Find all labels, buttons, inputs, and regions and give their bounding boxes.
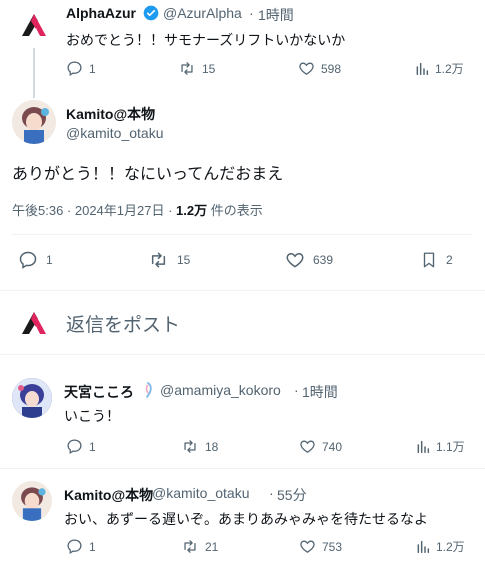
repost-button[interactable]: 15 [178, 60, 215, 77]
avatar[interactable] [12, 481, 52, 521]
repost-count: 18 [205, 439, 219, 454]
divider [0, 354, 485, 355]
author-name[interactable]: 天宮こころ [64, 382, 134, 402]
alpha-azur-logo-icon [22, 14, 46, 36]
repost-count: 15 [202, 61, 216, 76]
views-button[interactable]: 1.1万 [415, 438, 465, 455]
bookmark-button[interactable]: 2 [420, 250, 453, 270]
bookmark-count: 2 [446, 253, 453, 267]
like-button[interactable]: 598 [298, 60, 341, 77]
reply-icon [66, 60, 83, 77]
like-count: 753 [322, 539, 343, 554]
avatar[interactable] [14, 4, 54, 44]
view-count: 1.2万 [435, 62, 464, 76]
views-button[interactable]: 1.2万 [415, 538, 465, 555]
avatar-image [12, 378, 52, 418]
reply-count: 1 [89, 61, 96, 76]
author-handle[interactable]: @kamito_otaku [152, 485, 249, 501]
post-time[interactable]: 55分 [277, 485, 307, 505]
separator-dot: · [249, 5, 254, 21]
like-count: 598 [321, 61, 342, 76]
divider [0, 290, 485, 291]
view-count: 1.2万 [176, 203, 208, 218]
author-name[interactable]: Kamito@本物 [64, 485, 153, 505]
like-button[interactable]: 753 [299, 538, 342, 555]
repost-icon [148, 250, 169, 270]
view-count: 1.2万 [436, 540, 465, 554]
repost-button[interactable]: 15 [148, 250, 190, 270]
tweet-text: ありがとう！！なにいってんだおまえ [12, 166, 284, 183]
views-label: 件の表示 [207, 203, 263, 218]
heart-icon [298, 60, 315, 77]
repost-icon [181, 438, 199, 455]
analytics-icon [415, 539, 431, 555]
bookmark-icon [420, 250, 438, 270]
author-handle[interactable]: @kamito_otaku [66, 125, 163, 141]
author-handle[interactable]: @amamiya_kokoro [160, 382, 281, 398]
repost-button[interactable]: 18 [181, 438, 218, 455]
feather-icon [142, 382, 154, 398]
tweet-text: いこう！ [64, 408, 120, 424]
tweet-text: おい、あずーる遅いぞ。あまりあみゃみゃを待たせるなよ [64, 511, 428, 527]
repost-icon [178, 60, 196, 77]
post-meta: 午後5:36 · 2024年1月27日 · 1.2万 件の表示 [12, 200, 263, 219]
avatar-image [12, 481, 52, 521]
avatar [14, 302, 54, 342]
avatar[interactable] [12, 378, 52, 418]
repost-icon [181, 538, 199, 555]
tweet-text: おめでとう！！サモナーズリフトいかないか [66, 32, 346, 48]
repost-button[interactable]: 21 [181, 538, 218, 555]
post-time[interactable]: 1時間 [302, 382, 338, 402]
view-count: 1.1万 [436, 440, 465, 454]
avatar[interactable] [12, 100, 56, 144]
reply-button[interactable]: 1 [18, 250, 53, 270]
alpha-azur-logo-icon [22, 312, 46, 334]
analytics-icon [414, 61, 430, 77]
reply-icon [18, 250, 38, 270]
analytics-icon [415, 439, 431, 455]
repost-count: 21 [205, 539, 219, 554]
views-button[interactable]: 1.2万 [414, 60, 464, 77]
author-handle[interactable]: @AzurAlpha [163, 5, 242, 21]
verified-badge-icon [143, 5, 159, 21]
post-timestamp[interactable]: 午後5:36 · 2024年1月27日 · [12, 203, 176, 218]
divider [12, 234, 473, 235]
repost-count: 15 [177, 253, 191, 267]
separator-dot: · [269, 485, 274, 501]
reply-button[interactable]: 1 [66, 60, 96, 77]
reply-count: 1 [46, 253, 53, 267]
divider [0, 468, 485, 469]
reply-input[interactable]: 返信をポスト [66, 310, 180, 337]
reply-button[interactable]: 1 [66, 438, 96, 455]
reply-icon [66, 438, 83, 455]
reply-icon [66, 538, 83, 555]
separator-dot: · [294, 382, 299, 398]
post-time[interactable]: 1時間 [258, 5, 294, 25]
like-button[interactable]: 639 [285, 250, 333, 270]
like-count: 740 [322, 439, 343, 454]
thread-line [33, 48, 35, 98]
heart-icon [299, 438, 316, 455]
author-name[interactable]: AlphaAzur [66, 5, 136, 21]
heart-icon [299, 538, 316, 555]
like-button[interactable]: 740 [299, 438, 342, 455]
reply-count: 1 [89, 439, 96, 454]
like-count: 639 [313, 253, 334, 267]
author-name[interactable]: Kamito@本物 [66, 104, 155, 124]
avatar-image [12, 100, 56, 144]
reply-button[interactable]: 1 [66, 538, 96, 555]
reply-count: 1 [89, 539, 96, 554]
heart-icon [285, 250, 305, 270]
